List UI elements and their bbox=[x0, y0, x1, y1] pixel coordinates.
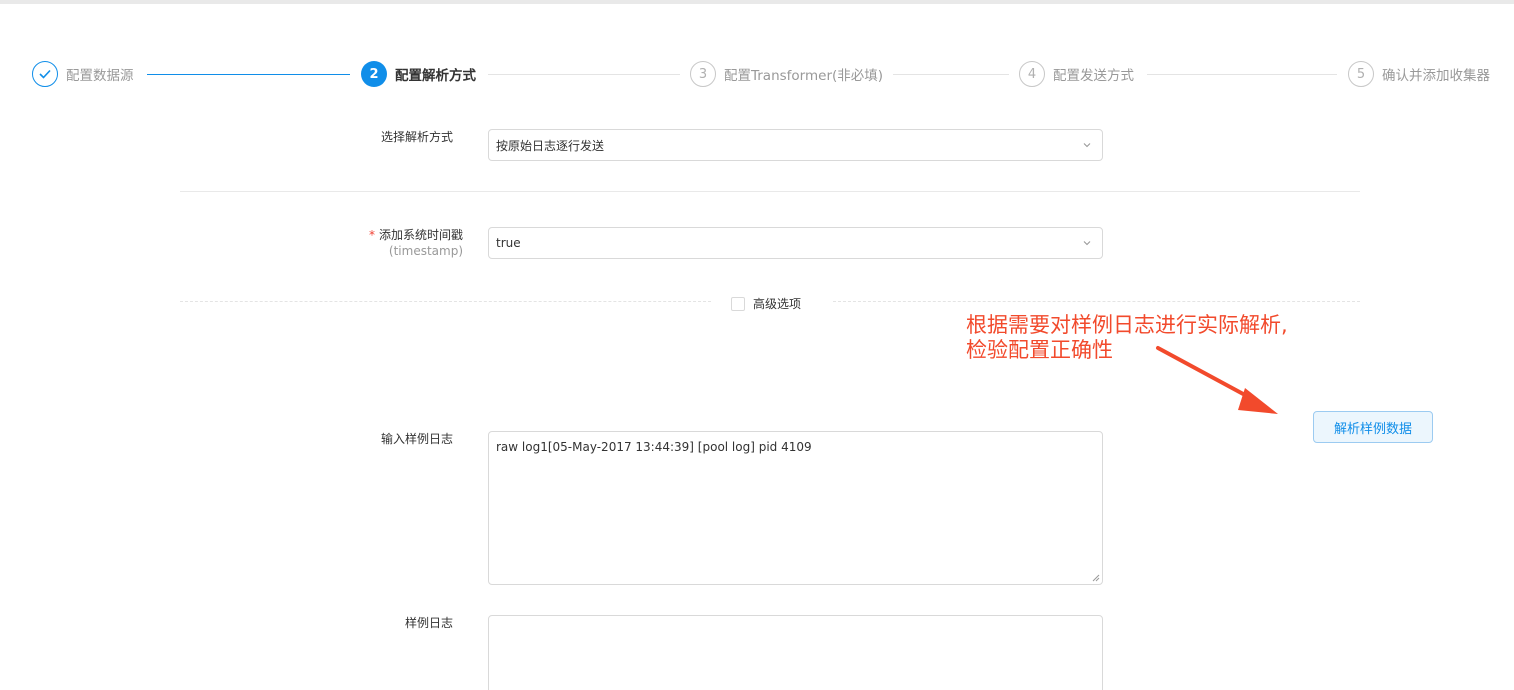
timestamp-label-text: 添加系统时间戳 bbox=[378, 228, 463, 242]
advanced-options-toggle[interactable]: 高级选项 bbox=[731, 295, 801, 312]
step-number: 5 bbox=[1348, 61, 1374, 87]
step-number: 3 bbox=[690, 61, 716, 87]
step-connector-4 bbox=[1147, 74, 1337, 75]
step-configure-sender[interactable]: 4 配置发送方式 bbox=[1019, 61, 1134, 87]
timestamp-value: true bbox=[496, 236, 521, 250]
step-label: 配置Transformer(非必填) bbox=[724, 68, 884, 84]
parse-sample-button[interactable]: 解析样例数据 bbox=[1313, 411, 1433, 443]
sample-input-value: raw log1[05-May-2017 13:44:39] [pool log… bbox=[496, 440, 812, 454]
timestamp-select[interactable]: true bbox=[488, 227, 1103, 259]
parse-mode-label: 选择解析方式 bbox=[380, 130, 453, 144]
timestamp-label: * 添加系统时间戳 (timestamp) bbox=[183, 227, 463, 259]
step-configure-parse[interactable]: 2 配置解析方式 bbox=[361, 61, 476, 87]
step-connector-2 bbox=[488, 74, 680, 75]
advanced-options-label: 高级选项 bbox=[753, 297, 802, 311]
sample-input-textarea[interactable]: raw log1[05-May-2017 13:44:39] [pool log… bbox=[488, 431, 1103, 585]
annotation-arrow-icon bbox=[1156, 346, 1278, 414]
required-mark: * bbox=[368, 228, 375, 242]
timestamp-sublabel: (timestamp) bbox=[388, 244, 463, 258]
parse-mode-select[interactable]: 按原始日志逐行发送 bbox=[488, 129, 1103, 161]
step-label: 配置发送方式 bbox=[1053, 68, 1134, 84]
section-divider bbox=[180, 191, 1360, 192]
check-icon bbox=[32, 61, 58, 87]
step-number: 4 bbox=[1019, 61, 1045, 87]
resize-handle-icon[interactable] bbox=[1092, 574, 1100, 582]
step-number: 2 bbox=[361, 61, 387, 87]
sample-log-label: 样例日志 bbox=[404, 616, 453, 630]
step-configure-transformer[interactable]: 3 配置Transformer(非必填) bbox=[690, 61, 883, 87]
sample-input-label: 输入样例日志 bbox=[380, 432, 453, 446]
advanced-options-checkbox[interactable] bbox=[731, 296, 745, 311]
chevron-down-icon bbox=[1083, 143, 1091, 148]
step-label: 配置解析方式 bbox=[395, 68, 476, 84]
parse-mode-value: 按原始日志逐行发送 bbox=[496, 138, 605, 153]
step-configure-source[interactable]: 配置数据源 bbox=[32, 61, 134, 87]
step-connector-3 bbox=[893, 74, 1009, 75]
step-label: 配置数据源 bbox=[66, 68, 134, 84]
advanced-divider-left bbox=[180, 301, 711, 302]
annotation-line-1: 根据需要对样例日志进行实际解析, bbox=[966, 313, 1288, 337]
step-confirm-add[interactable]: 5 确认并添加收集器 bbox=[1348, 61, 1490, 87]
step-connector-1 bbox=[147, 74, 350, 75]
top-bar bbox=[0, 0, 1514, 4]
step-label: 确认并添加收集器 bbox=[1382, 68, 1490, 84]
sample-log-textarea[interactable] bbox=[488, 615, 1103, 690]
advanced-divider-right bbox=[833, 301, 1360, 302]
chevron-down-icon bbox=[1083, 241, 1091, 246]
